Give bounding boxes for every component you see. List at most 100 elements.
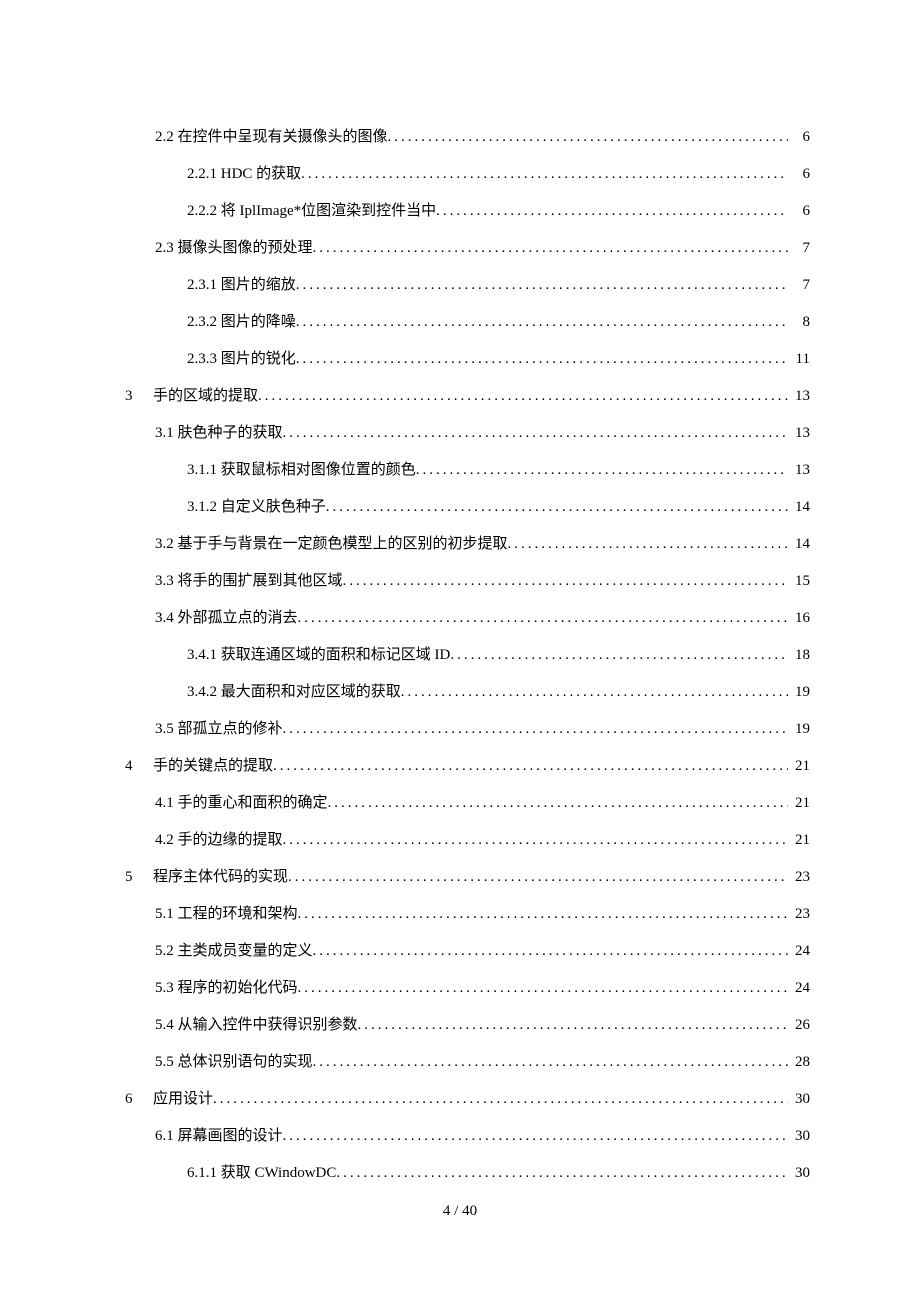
toc-label: 3.4.2 最大面积和对应区域的获取 bbox=[187, 685, 401, 700]
toc-leader-dots bbox=[450, 648, 788, 663]
toc-leader-dots bbox=[328, 796, 788, 811]
toc-entry: 3.1 肤色种子的获取13 bbox=[155, 426, 810, 441]
toc-page-number: 13 bbox=[788, 426, 810, 441]
toc-leader-dots bbox=[313, 241, 788, 256]
toc-label: 手的关键点的提取 bbox=[153, 759, 273, 774]
toc-label: 3.4 外部孤立点的消去 bbox=[155, 611, 298, 626]
toc-label: 3.5 部孤立点的修补 bbox=[155, 722, 283, 737]
toc-page-number: 15 bbox=[788, 574, 810, 589]
toc-leader-dots bbox=[401, 685, 788, 700]
toc-leader-dots bbox=[296, 315, 788, 330]
toc-label: 6.1.1 获取 CWindowDC bbox=[187, 1166, 336, 1181]
toc-entry: 2.3.1 图片的缩放 7 bbox=[187, 278, 810, 293]
toc-label: 4.2 手的边缘的提取 bbox=[155, 833, 283, 848]
toc-entry: 3.5 部孤立点的修补 19 bbox=[155, 722, 810, 737]
toc-page-number: 24 bbox=[788, 981, 810, 996]
toc-page-number: 21 bbox=[788, 796, 810, 811]
toc-page-number: 21 bbox=[788, 833, 810, 848]
toc-leader-dots bbox=[288, 870, 788, 885]
toc-page-number: 13 bbox=[788, 389, 810, 404]
toc-leader-dots bbox=[298, 611, 788, 626]
toc-page-number: 23 bbox=[788, 907, 810, 922]
toc-entry: 3.1.2 自定义肤色种子 14 bbox=[187, 500, 810, 515]
toc-chapter-number: 5 bbox=[125, 870, 153, 885]
toc-page-number: 30 bbox=[788, 1166, 810, 1181]
toc-leader-dots bbox=[326, 500, 788, 515]
toc-page-number: 7 bbox=[788, 278, 810, 293]
toc-label: 2.3.1 图片的缩放 bbox=[187, 278, 296, 293]
toc-entry: 3.4.2 最大面积和对应区域的获取 19 bbox=[187, 685, 810, 700]
toc-entry: 4.1 手的重心和面积的确定 21 bbox=[155, 796, 810, 811]
toc-page-number: 6 bbox=[788, 204, 810, 219]
toc-leader-dots bbox=[508, 537, 788, 552]
toc-page-number: 14 bbox=[788, 537, 810, 552]
toc-page-number: 30 bbox=[788, 1129, 810, 1144]
toc-label: 5.3 程序的初始化代码 bbox=[155, 981, 298, 996]
toc-leader-dots bbox=[298, 907, 788, 922]
toc-page-number: 11 bbox=[788, 352, 810, 367]
toc-leader-dots bbox=[283, 426, 788, 441]
toc-leader-dots bbox=[313, 944, 788, 959]
toc-label: 5.4 从输入控件中获得识别参数 bbox=[155, 1018, 358, 1033]
toc-entry: 5.1 工程的环境和架构23 bbox=[155, 907, 810, 922]
toc-leader-dots bbox=[298, 981, 788, 996]
toc-page-number: 28 bbox=[788, 1055, 810, 1070]
toc-page-number: 30 bbox=[788, 1092, 810, 1107]
toc-label: 手的区域的提取 bbox=[153, 389, 258, 404]
toc-entry: 3.4 外部孤立点的消去 16 bbox=[155, 611, 810, 626]
toc-page-number: 13 bbox=[788, 463, 810, 478]
toc-entry: 5.4 从输入控件中获得识别参数26 bbox=[155, 1018, 810, 1033]
toc-entry: 2.3.2 图片的降噪 8 bbox=[187, 315, 810, 330]
toc-leader-dots bbox=[213, 1092, 788, 1107]
toc-entry: 2.2.2 将 IplImage*位图渲染到控件当中6 bbox=[187, 204, 810, 219]
toc-leader-dots bbox=[336, 1166, 788, 1181]
toc-label: 3.1.2 自定义肤色种子 bbox=[187, 500, 326, 515]
toc-label: 2.2 在控件中呈现有关摄像头的图像 bbox=[155, 130, 388, 145]
toc-leader-dots bbox=[273, 759, 788, 774]
toc-label: 3.1.1 获取鼠标相对图像位置的颜色 bbox=[187, 463, 416, 478]
toc-label: 3.2 基于手与背景在一定颜色模型上的区别的初步提取 bbox=[155, 537, 508, 552]
toc-label: 2.2.1 HDC 的获取 bbox=[187, 167, 301, 182]
toc-leader-dots bbox=[436, 204, 788, 219]
toc-chapter-number: 6 bbox=[125, 1092, 153, 1107]
toc-page-number: 6 bbox=[788, 167, 810, 182]
toc-leader-dots bbox=[416, 463, 788, 478]
toc-leader-dots bbox=[296, 352, 788, 367]
toc-entry: 2.2 在控件中呈现有关摄像头的图像 6 bbox=[155, 130, 810, 145]
toc-entry: 2.3 摄像头图像的预处理7 bbox=[155, 241, 810, 256]
page: 2.2 在控件中呈现有关摄像头的图像62.2.1 HDC 的获取62.2.2 将… bbox=[0, 0, 920, 1302]
toc-page-number: 16 bbox=[788, 611, 810, 626]
toc-entry: 5.2 主类成员变量的定义24 bbox=[155, 944, 810, 959]
toc-page-number: 19 bbox=[788, 722, 810, 737]
toc-leader-dots bbox=[301, 167, 788, 182]
toc-chapter-number: 3 bbox=[125, 389, 153, 404]
toc-entry: 3.3 将手的围扩展到其他区域 15 bbox=[155, 574, 810, 589]
toc-label: 应用设计 bbox=[153, 1092, 213, 1107]
toc-page-number: 23 bbox=[788, 870, 810, 885]
toc-entry: 6.1.1 获取 CWindowDC 30 bbox=[187, 1166, 810, 1181]
toc-entry: 5.5 总体识别语句的实现 28 bbox=[155, 1055, 810, 1070]
toc-page-number: 19 bbox=[788, 685, 810, 700]
toc-entry: 6.1 屏幕画图的设计 30 bbox=[155, 1129, 810, 1144]
toc-label: 5.5 总体识别语句的实现 bbox=[155, 1055, 313, 1070]
toc-page-number: 21 bbox=[788, 759, 810, 774]
toc-entry: 6应用设计 30 bbox=[125, 1092, 810, 1107]
toc-leader-dots bbox=[358, 1018, 788, 1033]
toc-page-number: 6 bbox=[788, 130, 810, 145]
toc-leader-dots bbox=[388, 130, 788, 145]
toc-page-number: 18 bbox=[788, 648, 810, 663]
toc-entry: 4手的关键点的提取 21 bbox=[125, 759, 810, 774]
toc-label: 6.1 屏幕画图的设计 bbox=[155, 1129, 283, 1144]
toc-label: 4.1 手的重心和面积的确定 bbox=[155, 796, 328, 811]
toc-entry: 4.2 手的边缘的提取 21 bbox=[155, 833, 810, 848]
toc-label: 3.3 将手的围扩展到其他区域 bbox=[155, 574, 343, 589]
toc-leader-dots bbox=[283, 1129, 788, 1144]
toc-label: 2.3 摄像头图像的预处理 bbox=[155, 241, 313, 256]
toc-entry: 3.4.1 获取连通区域的面积和标记区域 ID18 bbox=[187, 648, 810, 663]
toc-label: 2.3.3 图片的锐化 bbox=[187, 352, 296, 367]
page-footer: 4 / 40 bbox=[0, 1203, 920, 1220]
toc-leader-dots bbox=[258, 389, 788, 404]
toc-leader-dots bbox=[296, 278, 788, 293]
toc-label: 程序主体代码的实现 bbox=[153, 870, 288, 885]
toc-entry: 3手的区域的提取 13 bbox=[125, 389, 810, 404]
